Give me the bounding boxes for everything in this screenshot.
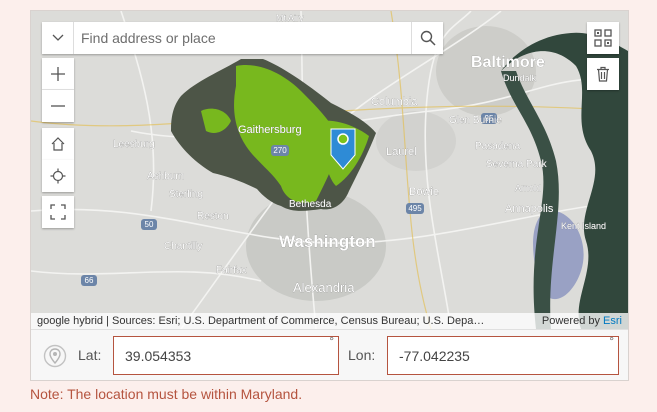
powered-by-text: Powered by <box>541 315 600 327</box>
powered-by: Powered by Esri <box>542 315 622 327</box>
map-attribution: google hybrid | Sources: Esri; U.S. Depa… <box>31 313 628 329</box>
label-arnold: Arnold <box>515 183 541 193</box>
lat-degree-symbol: ° <box>329 334 334 348</box>
chevron-down-icon <box>52 34 63 41</box>
plus-icon <box>51 66 65 81</box>
label-gaithersburg: Gaithersburg <box>238 124 302 136</box>
label-fairfax: Fairfax <box>216 265 247 276</box>
attribution-sources: google hybrid | Sources: Esri; U.S. Depa… <box>37 315 485 327</box>
trash-icon <box>597 66 609 82</box>
label-bethesda: Bethesda <box>289 199 332 210</box>
shield-495: 495 <box>408 204 422 213</box>
search-source-dropdown[interactable] <box>42 22 74 54</box>
crosshair-icon <box>50 168 66 184</box>
locate-button[interactable] <box>42 160 74 192</box>
label-pasadena: Pasadena <box>475 141 520 152</box>
label-sterling: Sterling <box>169 189 203 200</box>
label-columbia: Columbia <box>371 96 418 108</box>
home-icon <box>51 137 65 151</box>
label-ashburn: Ashburn <box>147 171 184 182</box>
validation-note: Note: The location must be within Maryla… <box>30 386 303 402</box>
label-baltimore: Baltimore <box>471 54 545 71</box>
home-button[interactable] <box>42 128 74 160</box>
lon-input[interactable] <box>388 337 618 374</box>
label-reston: Reston <box>197 211 229 222</box>
coordinate-panel: Lat: ° Lon: ° <box>31 329 628 380</box>
label-dundalk: Dundalk <box>503 73 537 83</box>
basemap-gallery-icon <box>594 29 612 47</box>
label-severna-park: Severna Park <box>486 159 548 170</box>
basemap: 270 495 95 66 50 Baltimore Washington Al… <box>31 11 628 329</box>
lat-field: ° <box>113 334 339 375</box>
fullscreen-button[interactable] <box>42 196 74 228</box>
label-washington: Washington <box>279 232 376 251</box>
label-chantilly: Chantilly <box>164 241 202 252</box>
location-picker: 270 495 95 66 50 Baltimore Washington Al… <box>30 10 629 381</box>
search-icon <box>420 30 436 46</box>
lon-label: Lon: <box>348 347 376 363</box>
label-bowie: Bowie <box>409 186 439 198</box>
label-annapolis: Annapolis <box>505 203 554 215</box>
minus-icon <box>51 105 65 107</box>
address-search <box>42 22 443 54</box>
label-glen-burnie: Glen Burnie <box>449 115 502 126</box>
lon-degree-symbol: ° <box>609 334 614 348</box>
lat-label: Lat: <box>78 347 102 363</box>
zoom-in-button[interactable] <box>42 58 74 90</box>
basemap-gallery-button[interactable] <box>587 22 619 54</box>
zoom-out-button[interactable] <box>42 90 74 122</box>
lon-field: ° <box>387 334 619 375</box>
shield-66: 66 <box>85 276 94 285</box>
label-kent-island: Kent Island <box>561 221 606 231</box>
location-pin-icon <box>43 344 67 368</box>
shield-50: 50 <box>145 220 154 229</box>
lat-input[interactable] <box>114 337 338 374</box>
shield-270: 270 <box>273 146 287 155</box>
label-leesburg: Leesburg <box>113 139 155 150</box>
clear-button[interactable] <box>587 58 619 90</box>
fullscreen-icon <box>50 204 66 220</box>
esri-link[interactable]: Esri <box>603 315 622 327</box>
search-input[interactable] <box>74 23 411 53</box>
label-alexandria: Alexandria <box>293 280 355 295</box>
search-button[interactable] <box>411 22 443 54</box>
label-laurel: Laurel <box>386 146 417 158</box>
map-view[interactable]: 270 495 95 66 50 Baltimore Washington Al… <box>31 11 628 329</box>
